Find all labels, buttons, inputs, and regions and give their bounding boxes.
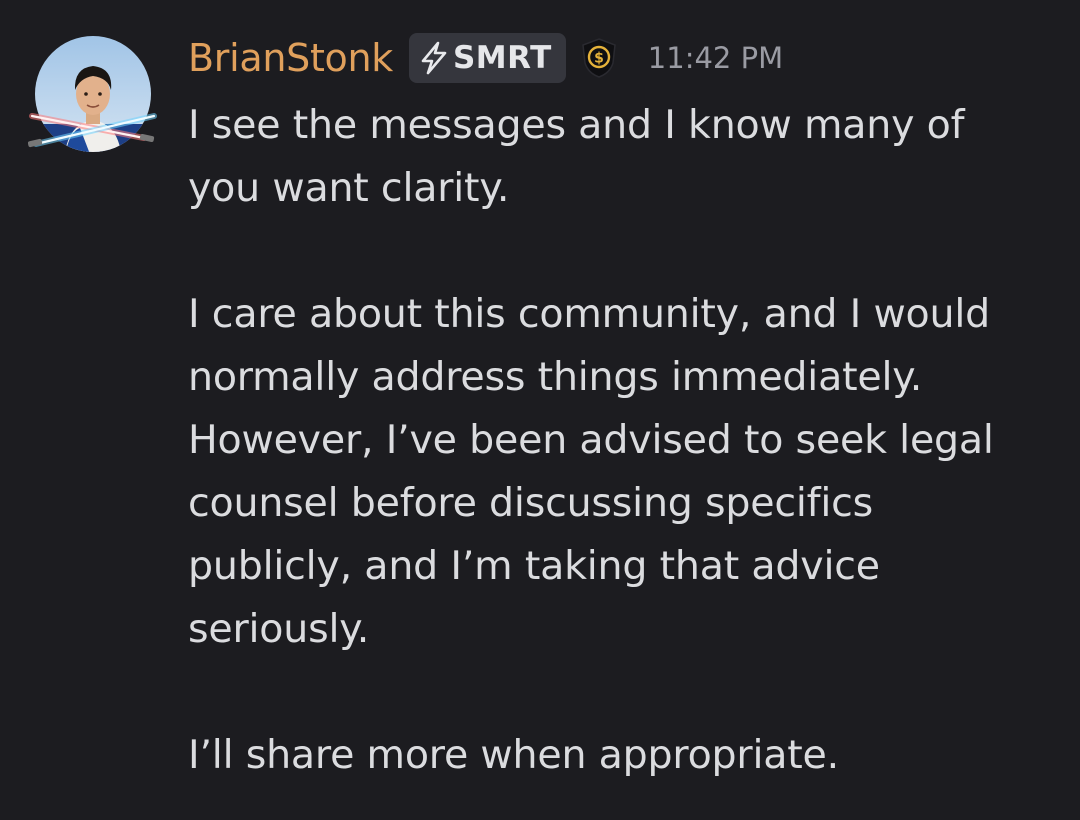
svg-text:$: $ bbox=[594, 51, 604, 67]
avatar[interactable] bbox=[28, 36, 157, 152]
message-content: I see the messages and I know many of yo… bbox=[188, 94, 1048, 787]
dollar-shield-icon[interactable]: $ bbox=[580, 37, 618, 79]
message-paragraph-2: I care about this community, and I would… bbox=[188, 291, 994, 652]
server-tag-label: SMRT bbox=[452, 40, 552, 76]
message-header: BrianStonk SMRT $ 11:42 PM bbox=[188, 30, 783, 86]
timestamp[interactable]: 11:42 PM bbox=[648, 41, 783, 75]
username[interactable]: BrianStonk bbox=[188, 36, 393, 80]
chat-message: BrianStonk SMRT $ 11:42 PM I see the mes… bbox=[0, 0, 1080, 820]
message-paragraph-3: I’ll share more when appropriate. bbox=[188, 732, 839, 778]
message-paragraph-1: I see the messages and I know many of yo… bbox=[188, 102, 965, 211]
server-tag[interactable]: SMRT bbox=[408, 33, 566, 83]
lightning-bolt-icon bbox=[419, 41, 449, 75]
